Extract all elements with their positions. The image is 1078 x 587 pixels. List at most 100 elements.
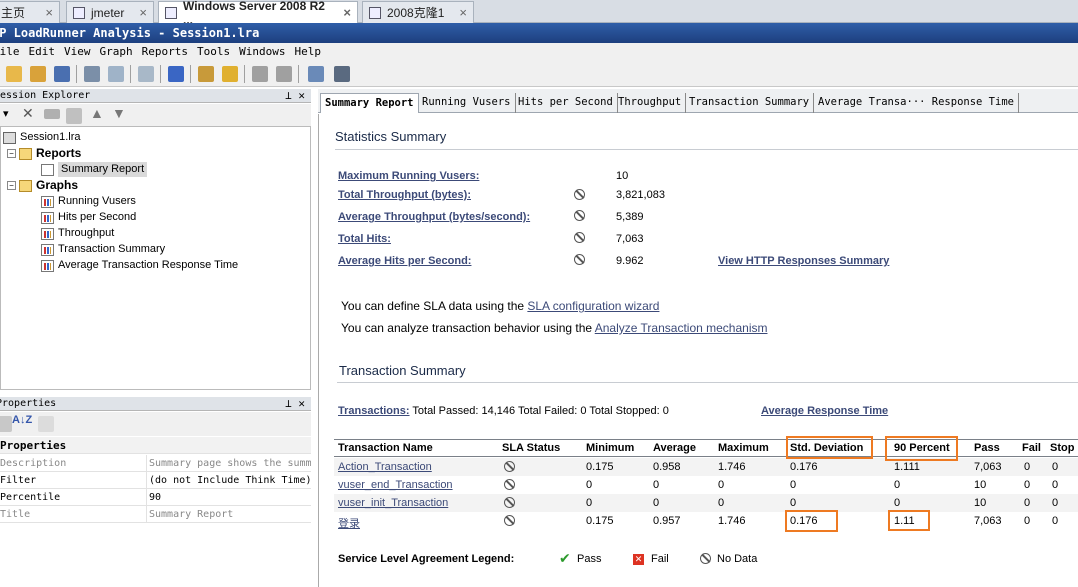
property-pages-icon[interactable] [38,416,54,432]
column-header: Minimum [586,442,635,454]
session-explorer-toolbar: ▾ ✕ ▲ ▼ [0,104,311,126]
redo-icon[interactable] [276,66,292,82]
no-data-icon [700,553,711,564]
display-icon[interactable] [334,66,350,82]
open-session-icon[interactable] [6,66,22,82]
tree-node-summary-report[interactable]: Summary Report [41,162,148,177]
filter-icon[interactable] [168,66,184,82]
average-response-time-link[interactable]: Average Response Time [761,405,888,417]
browser-tab-clone[interactable]: 2008克隆1 × [362,1,474,23]
dropdown-arrow-icon[interactable]: ▾ [3,107,9,120]
tree-root-session[interactable]: Session1.lra [3,130,81,145]
analyze-transaction-link[interactable]: Analyze Transaction mechanism [595,321,768,335]
categorized-icon[interactable] [0,416,12,432]
transaction-name-link[interactable]: vuser_end_Transaction [338,479,453,491]
tab-average-transaction-response-time[interactable]: Average Transa··· Response Time [814,93,1019,113]
property-row[interactable]: Percentile 90 [0,489,311,506]
divider [335,149,1078,150]
chart-icon [41,211,54,224]
delete-icon[interactable]: ✕ [22,105,34,122]
toolbar-separator [244,65,245,83]
sla-wizard-link[interactable]: SLA configuration wizard [527,299,659,313]
tree-node-graph[interactable]: Average Transaction Response Time [41,258,238,273]
tab-transaction-summary[interactable]: Transaction Summary [685,93,815,113]
print-icon[interactable] [84,66,100,82]
add-graph-icon[interactable] [138,66,154,82]
tab-summary-report[interactable]: Summary Report [320,93,419,113]
property-value: Summary page shows the summ [146,455,311,472]
graph-label: Throughput [58,227,115,239]
stat-value: 5,389 [616,211,644,223]
menu-help[interactable]: Help [294,43,321,61]
transaction-name-link[interactable]: Action_Transaction [338,461,432,473]
menu-reports[interactable]: Reports [142,43,188,61]
tree-view-icon[interactable] [308,66,324,82]
copy-icon[interactable] [66,108,82,124]
close-icon[interactable]: × [131,5,147,20]
tab-throughput[interactable]: Throughput [614,93,687,113]
menu-view[interactable]: View [64,43,91,61]
tree-node-graph[interactable]: Hits per Second [41,210,136,225]
property-row[interactable]: Description Summary page shows the summ [0,455,311,472]
menu-tools[interactable]: Tools [197,43,230,61]
menu-graph[interactable]: Graph [100,43,133,61]
tree-node-reports[interactable]: − Reports [7,146,81,161]
fail-x-icon: ✕ [633,554,644,565]
collapse-icon[interactable]: − [7,181,16,190]
arrow-up-icon[interactable]: ▲ [90,105,104,121]
transaction-name-link[interactable]: vuser_init_Transaction [338,497,448,509]
sla-legend-title: Service Level Agreement Legend: [338,553,515,565]
document-icon [41,163,54,176]
min-cell: 0.175 [586,515,614,527]
avg-cell: 0 [653,497,660,509]
collapse-icon[interactable]: − [7,149,16,158]
sort-az-icon[interactable]: A↓Z [12,414,32,426]
graph-label: Hits per Second [58,211,137,223]
tree-node-graph[interactable]: Throughput [41,226,114,241]
undo-icon[interactable] [252,66,268,82]
min-cell: 0 [586,497,593,509]
new-session-icon[interactable] [30,66,46,82]
rename-icon[interactable] [44,109,60,119]
stat-label-max-vusers[interactable]: Maximum Running Vusers: [338,170,479,182]
clock-icon[interactable] [222,66,238,82]
pin-close-icon[interactable]: ⊥ ✕ [285,89,305,103]
tab-hits-per-second[interactable]: Hits per Second [514,93,618,113]
legend-pass: Pass [577,553,602,565]
no-data-icon [574,232,585,243]
fail-cell: 0 [1024,461,1031,473]
http-responses-link[interactable]: View HTTP Responses Summary [718,255,889,267]
tree-node-graphs[interactable]: − Graphs [7,178,78,193]
template-icon[interactable] [198,66,214,82]
menu-windows[interactable]: Windows [239,43,285,61]
tree-node-graph[interactable]: Transaction Summary [41,242,165,257]
stat-label-avg-hits[interactable]: Average Hits per Second: [338,255,471,267]
graph-label: Average Transaction Response Time [58,259,239,271]
save-icon[interactable] [54,66,70,82]
close-icon[interactable]: × [451,5,467,20]
close-icon[interactable]: × [37,5,53,20]
menu-edit[interactable]: Edit [29,43,56,61]
arrow-down-icon[interactable]: ▼ [112,105,126,121]
property-row[interactable]: Filter (do not Include Think Time) [0,472,311,489]
transaction-name-link[interactable]: 登录 [338,515,360,531]
browser-tab-windows-server[interactable]: Windows Server 2008 R2 ... × [158,0,358,27]
browser-tab-home[interactable]: 主页 × [0,1,60,23]
tree-node-graph[interactable]: Running Vusers [41,194,136,209]
properties-header: Properties ⊥ ✕ [0,397,311,411]
property-row[interactable]: Title Summary Report [0,506,311,523]
stat-label-avg-throughput[interactable]: Average Throughput (bytes/second): [338,211,530,223]
menu-file[interactable]: File [0,43,20,61]
close-icon[interactable]: × [335,5,351,20]
table-row: vuser_end_Transaction 0 0 0 0 0 10 0 0 [334,476,1078,494]
report-icon[interactable] [108,66,124,82]
tab-running-vusers[interactable]: Running Vusers [418,93,516,113]
stat-label-total-hits[interactable]: Total Hits: [338,233,391,245]
stat-label-total-throughput[interactable]: Total Throughput (bytes): [338,189,471,201]
browser-tab-jmeter[interactable]: jmeter × [66,1,154,23]
max-cell: 0 [718,497,725,509]
fail-cell: 0 [1024,515,1031,527]
transactions-link[interactable]: Transactions: [338,405,410,417]
menu-bar: File Edit View Graph Reports Tools Windows Help [0,43,1078,61]
pin-close-icon[interactable]: ⊥ ✕ [285,397,305,411]
